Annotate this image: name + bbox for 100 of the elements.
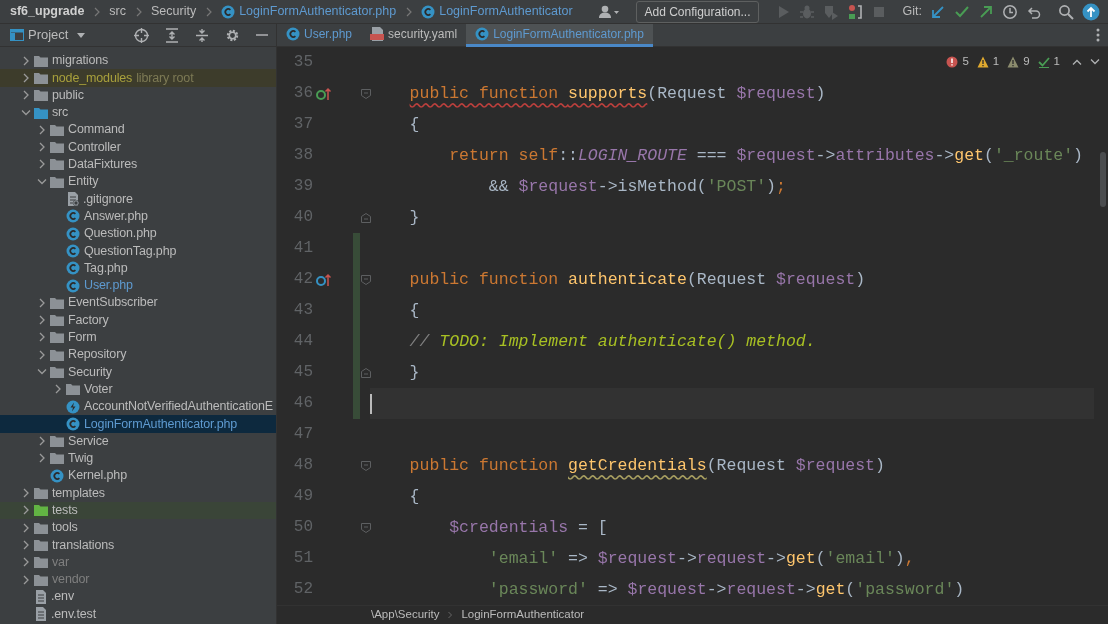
caret-down-icon[interactable] [76,31,87,39]
tree-item[interactable]: Form [0,328,276,347]
circle-arrow-icon[interactable] [316,86,332,101]
breadcrumb-item[interactable]: LoginFormAuthenticator.php [221,2,397,21]
breadcrumb-item[interactable]: LoginFormAuthenticator [421,2,573,21]
tree-item[interactable]: translations [0,536,276,554]
breadcrumb-item[interactable]: Security [151,2,197,21]
folder-icon [50,366,64,378]
tree-item[interactable]: Voter [0,380,276,398]
ignored-file-icon [66,192,79,206]
circle-arrow-icon[interactable] [316,272,332,287]
line-number: 46 [292,393,313,414]
error-icon[interactable] [946,55,959,68]
tree-item[interactable]: QuestionTag.php [0,242,276,260]
class-file-icon [421,4,436,19]
attach-process-icon[interactable] [846,3,863,20]
clock-icon[interactable] [1002,3,1018,20]
navigation-item[interactable]: LoginFormAuthenticator [461,606,585,624]
editor-tab[interactable]: User.php [277,24,362,47]
text-cursor [370,393,372,414]
line-number: 51 [292,548,313,569]
chevron-right-icon [404,5,414,18]
tree-item[interactable]: Controller [0,138,276,156]
tree-item[interactable]: LoginFormAuthenticator.php [0,415,276,433]
fold-marker-icon[interactable] [361,275,371,285]
code-line-text: public function supports(Request $request) [408,83,827,105]
panel-title[interactable]: Project [28,25,69,45]
tree-item[interactable]: Security [0,363,276,381]
tree-item[interactable]: node_modules library root [0,69,276,87]
tree-item[interactable]: Answer.php [0,207,276,225]
line-number: 45 [292,362,313,383]
tree-item[interactable]: Tag.php [0,259,276,277]
fold-marker-icon[interactable] [361,213,371,223]
tree-item[interactable]: Entity [0,173,276,191]
arrow-down-left-icon[interactable] [930,3,946,20]
more-vertical-icon[interactable] [1096,28,1100,42]
tree-item[interactable]: Service [0,432,276,450]
code-line-text: { [408,300,421,322]
folder-icon [34,521,48,534]
collapse-all-icon[interactable] [195,27,209,43]
tree-item[interactable]: AccountNotVerifiedAuthenticationE [0,397,276,416]
arrow-up-right-icon[interactable] [978,3,994,20]
tree-item[interactable]: public [0,86,276,104]
folder-icon [50,435,64,448]
folder-icon [34,89,48,102]
fold-marker-icon[interactable] [361,368,371,378]
tree-item[interactable]: tools [0,519,276,537]
settings-icon[interactable] [225,27,240,43]
code-line-text: $credentials = [ [448,517,609,539]
search-icon[interactable] [1058,3,1074,20]
tree-item[interactable]: migrations [0,52,276,70]
code-line-text: && $request->isMethod('POST'); [487,176,787,198]
warning-icon[interactable] [1007,55,1020,68]
tree-item[interactable]: DataFixtures [0,155,276,174]
change-marker[interactable] [353,233,360,264]
tree-item[interactable]: .env.test [0,605,276,623]
navigation-item[interactable]: \App\Security [371,606,440,624]
folder-icon [66,383,80,396]
tree-item[interactable]: User.php [0,276,276,295]
tree-item[interactable]: Factory [0,311,276,329]
yaml-file-icon [370,27,385,41]
tree-item[interactable]: tests [0,501,276,519]
breadcrumb-item[interactable]: src [109,2,126,21]
code-line-text: } [408,362,421,384]
folder-icon [50,348,64,361]
class-file-icon [286,27,300,41]
tree-item[interactable]: .env [0,588,276,606]
problem-count: 1 [992,54,1000,69]
crosshair-icon[interactable] [134,27,149,43]
class-file-icon [66,261,80,276]
folder-icon [50,123,64,136]
code-line-text: public function getCredentials(Request $request) [408,455,886,477]
tree-item[interactable]: Twig [0,449,276,468]
breadcrumb-item[interactable]: sf6_upgrade [10,2,85,21]
tree-item[interactable]: Question.php [0,224,276,243]
tree-item[interactable]: src [0,103,276,122]
tree-item[interactable]: Kernel.php [0,467,276,485]
user-dropdown-icon[interactable] [598,3,621,20]
checkmark-icon[interactable] [1037,55,1050,68]
tree-item[interactable]: Command [0,121,276,139]
line-number: 39 [292,176,313,197]
tree-item[interactable]: EventSubscriber [0,294,276,312]
tree-item[interactable]: templates [0,484,276,502]
warning-icon[interactable] [976,55,989,68]
chevron-up-icon[interactable] [1072,57,1082,66]
add-configuration-button[interactable]: Add Configuration... [636,0,759,23]
fold-marker-icon[interactable] [361,461,371,471]
lightning-circle-icon [66,399,80,414]
tree-item[interactable]: Repository [0,346,276,364]
tree-item[interactable]: .gitignore [0,190,276,208]
scrollbar-thumb[interactable] [1100,152,1106,207]
fold-marker-icon[interactable] [361,89,371,99]
editor-tab[interactable]: security.yaml [361,24,467,47]
folder-icon [50,452,64,465]
chevron-down-icon[interactable] [1090,57,1100,66]
line-number: 50 [292,517,313,538]
change-marker[interactable] [353,388,360,419]
folder-icon [34,54,48,67]
fold-marker-icon[interactable] [361,523,371,533]
expand-all-icon[interactable] [165,27,179,43]
